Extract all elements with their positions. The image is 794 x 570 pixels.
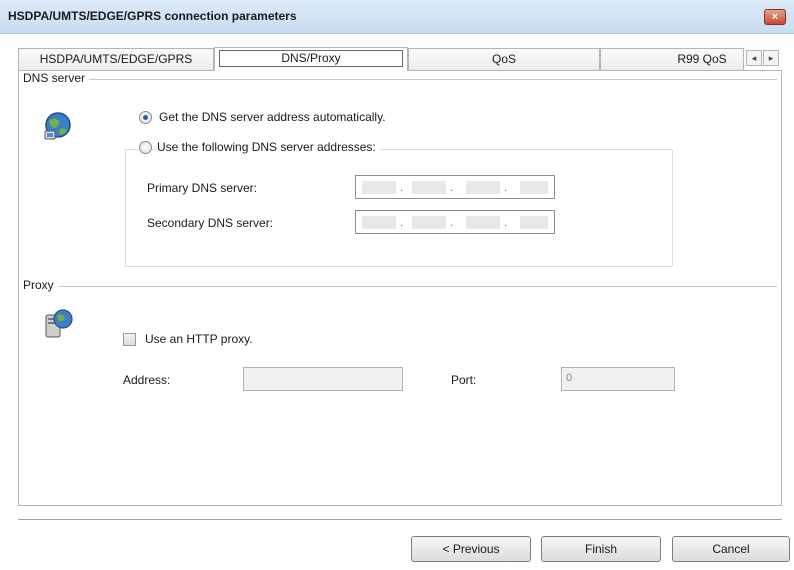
proxy-address-input[interactable]	[243, 367, 403, 391]
window-title: HSDPA/UMTS/EDGE/GPRS connection paramete…	[8, 9, 297, 23]
dns-manual-label: Use the following DNS server addresses:	[157, 140, 380, 154]
previous-button[interactable]: < Previous	[411, 536, 531, 562]
footer-separator	[18, 519, 782, 521]
dns-manual-radio[interactable]	[139, 141, 152, 154]
tab-hsdpa[interactable]: HSDPA/UMTS/EDGE/GPRS	[18, 48, 214, 70]
chevron-right-icon: ▸	[768, 53, 774, 63]
tab-label: HSDPA/UMTS/EDGE/GPRS	[39, 52, 193, 66]
proxy-group-label: Proxy	[23, 278, 58, 292]
close-icon: ×	[771, 11, 779, 23]
tab-panel-dns-proxy: DNS server Get the DNS server address au…	[18, 70, 782, 506]
tab-strip: HSDPA/UMTS/EDGE/GPRS DNS/Proxy QoS R99 Q…	[18, 47, 782, 71]
tab-label: DNS/Proxy	[219, 50, 403, 67]
title-bar: HSDPA/UMTS/EDGE/GPRS connection paramete…	[0, 0, 794, 34]
finish-button[interactable]: Finish	[541, 536, 661, 562]
secondary-dns-input[interactable]: . . .	[355, 210, 555, 234]
tab-dns-proxy[interactable]: DNS/Proxy	[214, 47, 408, 71]
tab-qos[interactable]: QoS	[408, 48, 600, 70]
dns-manual-group	[125, 149, 673, 267]
tab-scroll-right-button[interactable]: ▸	[763, 50, 779, 66]
tab-label: R99 QoS	[677, 52, 727, 66]
globe-network-icon	[44, 112, 71, 140]
dns-auto-radio[interactable]	[139, 111, 152, 124]
chevron-left-icon: ◂	[751, 53, 757, 63]
use-http-proxy-label: Use an HTTP proxy.	[145, 332, 253, 346]
dns-group-label: DNS server	[23, 71, 90, 85]
tab-scroll-left-button[interactable]: ◂	[746, 50, 762, 66]
secondary-dns-label: Secondary DNS server:	[147, 216, 274, 230]
primary-dns-label: Primary DNS server:	[147, 181, 258, 195]
primary-dns-input[interactable]: . . .	[355, 175, 555, 199]
proxy-port-input[interactable]: 0	[561, 367, 675, 391]
proxy-address-label: Address:	[123, 373, 171, 387]
dns-group-divider	[23, 79, 777, 80]
use-http-proxy-checkbox[interactable]	[123, 333, 136, 346]
dns-auto-label: Get the DNS server address automatically…	[159, 110, 386, 124]
proxy-server-icon	[45, 309, 73, 338]
cancel-button[interactable]: Cancel	[672, 536, 790, 562]
proxy-port-label: Port:	[451, 373, 477, 387]
proxy-group-divider	[23, 286, 777, 287]
close-button[interactable]: ×	[764, 9, 786, 25]
tab-r99-qos[interactable]: R99 QoS	[600, 48, 744, 70]
tab-label: QoS	[491, 52, 516, 66]
proxy-port-value: 0	[566, 372, 573, 384]
